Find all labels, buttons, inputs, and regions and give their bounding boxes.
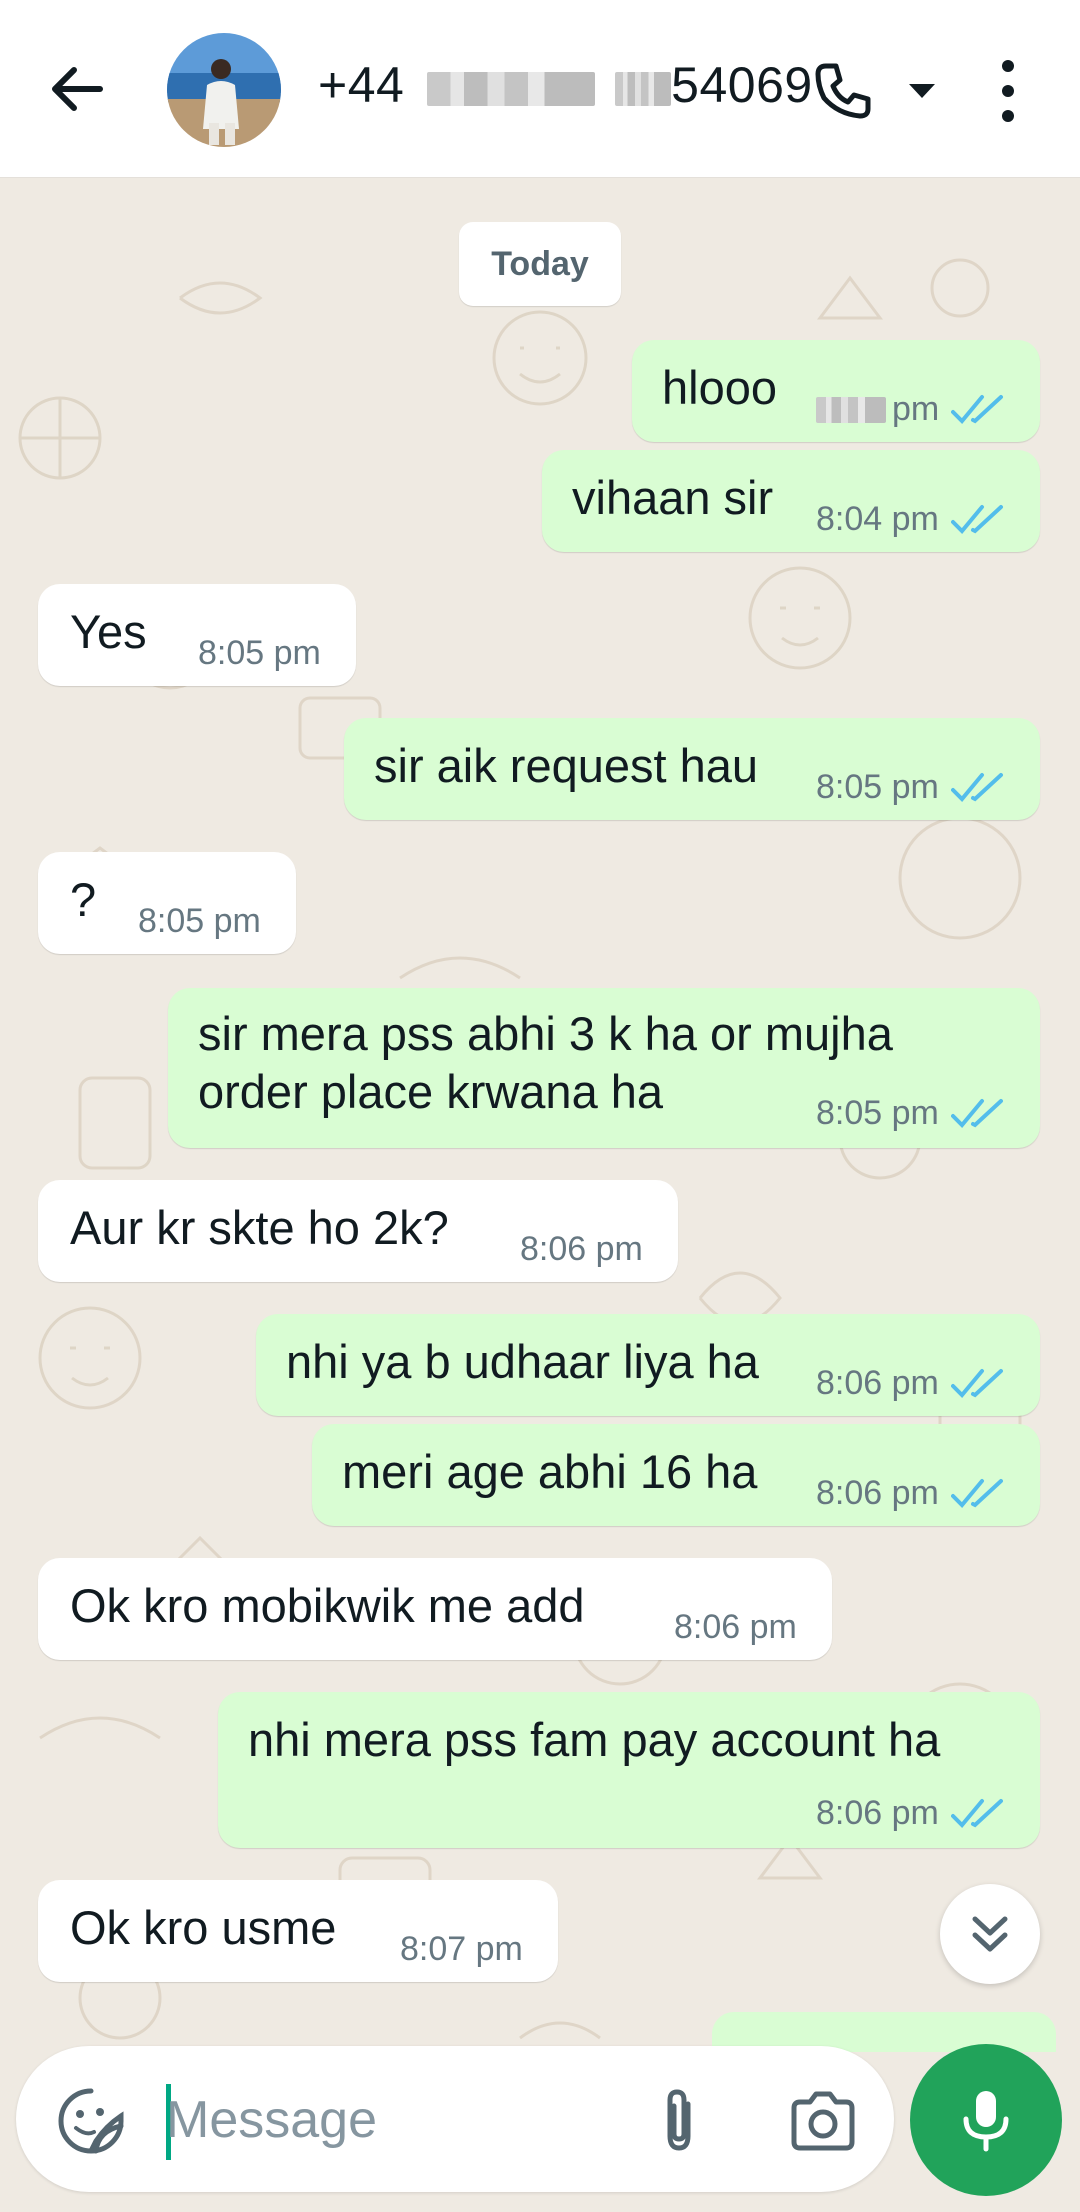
message-bubble-outgoing[interactable]: sir aik request hau 8:05 pm xyxy=(344,718,1040,820)
avatar-photo xyxy=(167,33,281,147)
message-time: 8:06 pm xyxy=(674,1608,797,1646)
double-check-icon xyxy=(950,1098,1003,1128)
message-meta: 8:05 pm xyxy=(816,768,1005,807)
message-text: vihaan sir xyxy=(572,471,774,524)
paperclip-icon xyxy=(667,2089,691,2151)
message-time: 8:05 pm xyxy=(816,768,939,806)
mic-icon xyxy=(963,2091,1009,2152)
message-meta: 8:04 pm xyxy=(816,500,1005,539)
message-time: 8:04 pm xyxy=(816,500,939,538)
redacted-block xyxy=(615,71,672,106)
message-time: 8:06 pm xyxy=(816,1794,939,1832)
double-check-icon xyxy=(951,394,1004,424)
message-text: Ok kro mobikwik me add xyxy=(70,1579,585,1632)
redacted-block xyxy=(426,71,595,106)
message-text: hlooo xyxy=(662,361,777,414)
voice-message-button[interactable] xyxy=(910,2044,1062,2196)
message-time: 8:06 pm xyxy=(520,1230,643,1268)
camera-button[interactable] xyxy=(786,2086,860,2156)
message-text: Ok kro usme xyxy=(70,1901,337,1954)
message-bubble-outgoing[interactable]: nhi ya b udhaar liya ha 8:06 pm xyxy=(256,1314,1040,1416)
more-vert-icon xyxy=(1002,60,1014,122)
message-text: ? xyxy=(70,873,97,926)
message-meta: 8:06 pm xyxy=(816,1794,1005,1833)
arrow-left-icon xyxy=(52,67,103,111)
attach-button[interactable] xyxy=(644,2086,714,2156)
redacted-time xyxy=(816,396,886,423)
double-check-icon xyxy=(950,1368,1003,1398)
back-button[interactable] xyxy=(44,56,110,122)
message-input[interactable] xyxy=(166,2072,586,2168)
message-bubble-incoming[interactable]: Ok kro mobikwik me add 8:06 pm xyxy=(38,1558,832,1660)
phone-icon xyxy=(815,63,871,119)
message-text: Aur kr skte ho 2k? xyxy=(70,1201,449,1254)
message-bubble-outgoing[interactable]: vihaan sir 8:04 pm xyxy=(542,450,1040,552)
message-text: meri age abhi 16 ha xyxy=(342,1445,758,1498)
double-chevron-down-icon xyxy=(972,1916,1008,1952)
contact-suffix: 54069 xyxy=(671,57,813,113)
message-bubble-incoming[interactable]: ? 8:05 pm xyxy=(38,852,296,954)
chat-header: +44 54069 xyxy=(0,0,1080,178)
message-text: nhi mera pss fam pay account ha xyxy=(248,1713,941,1766)
message-bubble-outgoing[interactable]: meri age abhi 16 ha 8:06 pm xyxy=(312,1424,1040,1526)
message-meta: 8:06 pm xyxy=(816,1474,1005,1513)
sticker-icon xyxy=(58,2088,124,2154)
call-options-dropdown[interactable] xyxy=(905,76,939,106)
message-time: 8:05 pm xyxy=(816,1094,939,1132)
date-separator: Today xyxy=(459,222,621,306)
message-composer xyxy=(16,2046,894,2192)
message-text: Yes xyxy=(70,605,147,658)
double-check-icon xyxy=(950,1798,1003,1828)
voice-call-button[interactable] xyxy=(810,58,876,124)
contact-prefix: +44 xyxy=(318,57,405,113)
message-bubble-outgoing[interactable]: hlooo pm xyxy=(632,340,1040,442)
contact-avatar[interactable] xyxy=(167,33,281,147)
more-options-button[interactable] xyxy=(990,56,1026,126)
message-meta: pm xyxy=(816,390,1005,429)
message-bubble-outgoing[interactable]: nhi mera pss fam pay account ha 8:06 pm xyxy=(218,1692,1040,1848)
message-time: 8:07 pm xyxy=(400,1930,523,1968)
message-time: 8:06 pm xyxy=(816,1364,939,1402)
message-meta: 8:05 pm xyxy=(816,1094,1005,1133)
message-bubble-incoming[interactable]: Ok kro usme 8:07 pm xyxy=(38,1880,558,1982)
message-bubble-outgoing[interactable]: sir mera pss abhi 3 k ha or mujha order … xyxy=(168,988,1040,1148)
caret-down-icon xyxy=(909,84,935,98)
contact-name[interactable]: +44 54069 xyxy=(318,56,813,114)
camera-icon xyxy=(791,2091,855,2151)
double-check-icon xyxy=(950,504,1003,534)
message-time: 8:06 pm xyxy=(816,1474,939,1512)
message-bubble-incoming[interactable]: Aur kr skte ho 2k? 8:06 pm xyxy=(38,1180,678,1282)
message-bubble-incoming[interactable]: Yes 8:05 pm xyxy=(38,584,356,686)
message-text: sir mera pss abhi 3 k ha or mujha xyxy=(198,1007,893,1060)
message-text-line2: order place krwana ha xyxy=(198,1065,664,1118)
double-check-icon xyxy=(950,772,1003,802)
message-time: 8:05 pm xyxy=(198,634,321,672)
message-text: nhi ya b udhaar liya ha xyxy=(286,1335,759,1388)
double-check-icon xyxy=(950,1478,1003,1508)
sticker-button[interactable] xyxy=(56,2086,126,2156)
message-time: 8:05 pm xyxy=(138,902,261,940)
message-text: sir aik request hau xyxy=(374,739,759,792)
message-time: pm xyxy=(892,390,940,428)
scroll-to-bottom-button[interactable] xyxy=(940,1884,1040,1984)
message-meta: 8:06 pm xyxy=(816,1364,1005,1403)
